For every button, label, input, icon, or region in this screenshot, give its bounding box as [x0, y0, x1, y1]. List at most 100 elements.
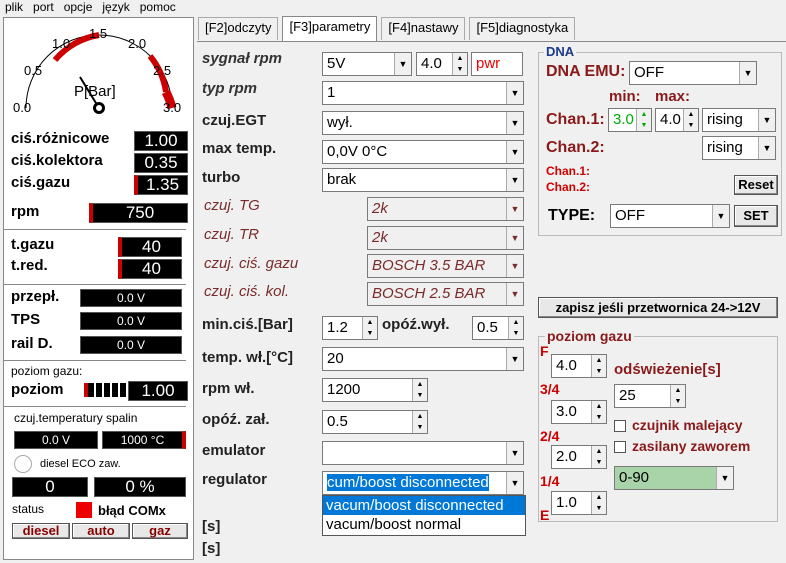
- chevron-down-icon[interactable]: ▼: [506, 255, 523, 277]
- menu-jezyk[interactable]: język: [97, 0, 134, 16]
- ckol-label: czuj. ciś. kol.: [204, 283, 290, 300]
- rpmw-label: rpm wł.: [202, 380, 255, 397]
- reset-button[interactable]: Reset: [734, 175, 778, 195]
- spinner-icon[interactable]: ▲ ▼: [452, 53, 467, 75]
- reg-label: regulator: [202, 471, 268, 488]
- refresh-spin[interactable]: 25 ▲ ▼: [614, 384, 686, 408]
- type-select[interactable]: OFF ▼: [610, 204, 730, 228]
- menu-pomoc[interactable]: pomoc: [135, 0, 181, 16]
- chevron-down-icon[interactable]: ▼: [758, 109, 775, 131]
- spinner-icon[interactable]: ▲ ▼: [591, 492, 606, 514]
- egt-select[interactable]: wył. ▼: [322, 111, 524, 135]
- ch1-min-spin[interactable]: 3.0 ▲ ▼: [608, 108, 652, 132]
- chevron-down-icon[interactable]: ▼: [712, 205, 729, 227]
- gas-14-spin[interactable]: 1.0 ▲ ▼: [551, 491, 607, 515]
- reg-option[interactable]: vacum/boost disconnected: [323, 496, 525, 515]
- tab-parametry[interactable]: [F3]parametry: [282, 16, 378, 41]
- ch1-max-spin[interactable]: 4.0 ▲ ▼: [655, 108, 699, 132]
- dna-emu-label: DNA EMU:: [546, 63, 626, 80]
- spinner-icon[interactable]: ▲ ▼: [683, 109, 698, 131]
- rpm-label: rpm: [11, 203, 40, 220]
- tab-nastawy[interactable]: [F4]nastawy: [381, 17, 466, 40]
- set-button[interactable]: SET: [734, 205, 778, 227]
- typ-label: typ rpm: [202, 80, 258, 97]
- gas-24-spin[interactable]: 2.0 ▲ ▼: [551, 445, 607, 469]
- reg-option[interactable]: vacum/boost normal: [323, 515, 525, 534]
- chevron-down-icon[interactable]: ▼: [506, 198, 523, 220]
- maxt-select[interactable]: 0,0V 0°C ▼: [322, 140, 524, 164]
- percent-value: 0 %: [94, 477, 186, 497]
- ch2-mode-select[interactable]: rising ▼: [702, 136, 776, 160]
- tr-select[interactable]: 2k ▼: [367, 226, 524, 250]
- spinner-icon[interactable]: ▲ ▼: [591, 446, 606, 468]
- spinner-icon[interactable]: ▲ ▼: [412, 379, 427, 401]
- decreasing-checkbox[interactable]: [614, 420, 626, 432]
- menu-plik[interactable]: plik: [0, 0, 28, 16]
- chevron-down-icon[interactable]: ▼: [506, 169, 523, 191]
- poziom-gazu-label: poziom gazu:: [11, 364, 83, 378]
- sygnal-spin[interactable]: 4.0 ▲ ▼: [416, 52, 468, 76]
- gauge-tick-25: 2.5: [153, 63, 171, 78]
- sygnal-value: 5V: [327, 55, 346, 72]
- chevron-down-icon[interactable]: ▼: [739, 62, 756, 84]
- sygnal-select[interactable]: 5V ▼: [322, 52, 412, 76]
- chevron-down-icon[interactable]: ▼: [716, 467, 733, 489]
- chevron-down-icon[interactable]: ▼: [394, 53, 411, 75]
- chevron-down-icon[interactable]: ▼: [506, 442, 523, 464]
- opozz-spin[interactable]: 0.5 ▲ ▼: [322, 410, 428, 434]
- tempw-select[interactable]: 20 ▼: [322, 347, 524, 371]
- chevron-down-icon[interactable]: ▼: [758, 137, 775, 159]
- spinner-icon[interactable]: ▲ ▼: [362, 317, 377, 339]
- maxt-value: 0,0V 0°C: [327, 143, 388, 160]
- refresh-value: 25: [619, 387, 636, 404]
- opoz-spin[interactable]: 0.5 ▲ ▼: [472, 316, 524, 340]
- range-select[interactable]: 0-90 ▼: [614, 466, 734, 490]
- auto-button[interactable]: auto: [72, 523, 130, 539]
- tab-diagnostyka[interactable]: [F5]diagnostyka: [469, 17, 576, 40]
- rpmw-spin[interactable]: 1200 ▲ ▼: [322, 378, 428, 402]
- turbo-select[interactable]: brak ▼: [322, 168, 524, 192]
- emul-select[interactable]: ▼: [322, 441, 524, 465]
- spinner-icon[interactable]: ▲ ▼: [591, 355, 606, 377]
- chevron-down-icon[interactable]: ▼: [506, 141, 523, 163]
- gas-34-spin[interactable]: 3.0 ▲ ▼: [551, 400, 607, 424]
- spinner-icon[interactable]: ▲ ▼: [412, 411, 427, 433]
- tred-label: t.red.: [11, 257, 48, 274]
- valve-powered-checkbox[interactable]: [614, 441, 626, 453]
- tab-odczyty[interactable]: [F2]odczyty: [198, 17, 279, 40]
- ch1-mode-select[interactable]: rising ▼: [702, 108, 776, 132]
- tg-value: 2k: [372, 200, 388, 217]
- spinner-icon[interactable]: ▲ ▼: [591, 401, 606, 423]
- opozz-label: opóź. zał.: [202, 411, 270, 428]
- spinner-icon[interactable]: ▲ ▼: [636, 109, 651, 131]
- gas-34-label: 3/4: [540, 381, 560, 397]
- turbo-value: brak: [327, 171, 357, 188]
- save-converter-button[interactable]: zapisz jeśli przetwornica 24->12V: [538, 297, 778, 318]
- reg-select[interactable]: cum/boost disconnected ▼: [322, 471, 524, 495]
- dna-emu-select[interactable]: OFF ▼: [629, 61, 757, 85]
- chevron-down-icon[interactable]: ▼: [506, 112, 523, 134]
- pdiff-value: 1.00: [134, 131, 188, 151]
- gas-f-spin[interactable]: 4.0 ▲ ▼: [551, 354, 607, 378]
- pdiff-label: ciś.różnicowe: [11, 130, 110, 147]
- chevron-down-icon[interactable]: ▼: [506, 82, 523, 104]
- spinner-icon[interactable]: ▲ ▼: [670, 385, 685, 407]
- gaz-button[interactable]: gaz: [132, 523, 188, 539]
- rpm-value: 750: [89, 203, 188, 223]
- menu-port[interactable]: port: [28, 0, 59, 16]
- chevron-down-icon[interactable]: ▼: [506, 227, 523, 249]
- diesel-button[interactable]: diesel: [12, 523, 70, 539]
- gas-14-value: 1.0: [556, 494, 577, 511]
- tg-select[interactable]: 2k ▼: [367, 197, 524, 221]
- cgaz-select[interactable]: BOSCH 3.5 BAR ▼: [367, 254, 524, 278]
- dna-max-label: max:: [655, 88, 691, 105]
- menu-opcje[interactable]: opcje: [59, 0, 98, 16]
- pwr-field[interactable]: pwr: [471, 52, 523, 76]
- ckol-select[interactable]: BOSCH 2.5 BAR ▼: [367, 282, 524, 306]
- chevron-down-icon[interactable]: ▼: [506, 283, 523, 305]
- chevron-down-icon[interactable]: ▼: [506, 472, 523, 494]
- typ-select[interactable]: 1 ▼: [322, 81, 524, 105]
- minc-spin[interactable]: 1.2 ▲ ▼: [322, 316, 378, 340]
- chevron-down-icon[interactable]: ▼: [506, 348, 523, 370]
- spinner-icon[interactable]: ▲ ▼: [508, 317, 523, 339]
